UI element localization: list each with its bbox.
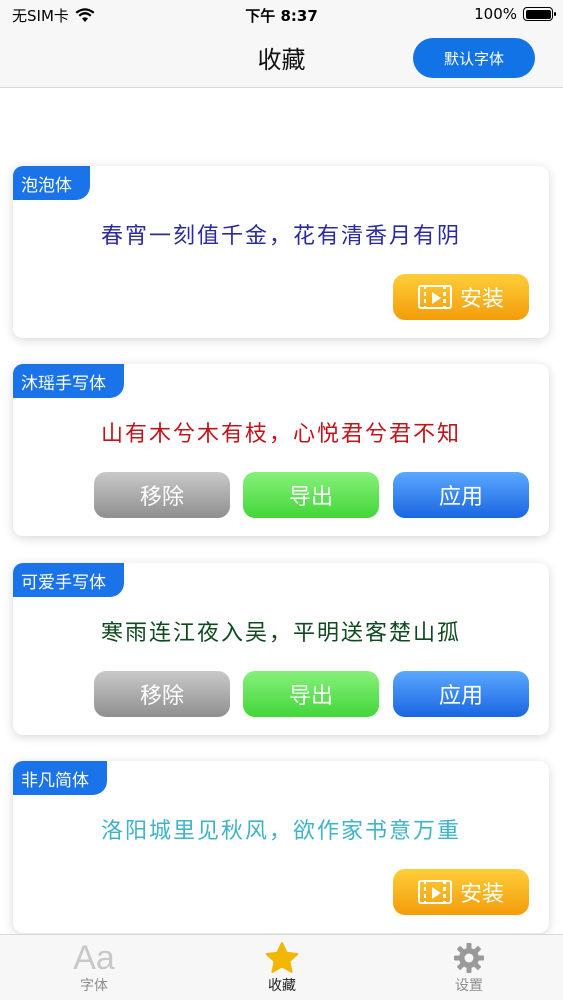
apply-button[interactable]: 应用 [393,671,529,717]
font-name-label: 可爱手写体 [13,563,124,597]
font-card: 可爱手写体 寒雨连江夜入吴，平明送客楚山孤 移除 导出 应用 [13,563,549,735]
status-bar: 无SIM卡 下午 8:37 100% [0,0,563,30]
export-button[interactable]: 导出 [243,671,379,717]
remove-button[interactable]: 移除 [94,671,230,717]
font-card: 非凡简体 洛阳城里见秋风，欲作家书意万重 安装 [13,761,549,933]
font-sample-text: 春宵一刻值千金，花有清香月有阴 [100,224,461,249]
nav-bar: 收藏 默认字体 [0,30,563,88]
tab-settings-label: 设置 [455,978,483,994]
star-icon [265,942,299,973]
font-card: 沐瑶手写体 山有木兮木有枝，心悦君兮君不知 移除 导出 应用 [13,364,549,536]
video-icon [417,285,452,309]
font-name-label: 沐瑶手写体 [13,364,124,398]
gear-icon [454,943,484,973]
export-button[interactable]: 导出 [243,472,379,518]
tab-fonts-label: 字体 [80,978,108,994]
tab-bar: Aa 字体 收藏 设置 [0,934,563,1000]
font-aa-icon: Aa [73,939,115,977]
install-button[interactable]: 安装 [393,274,529,320]
tab-fonts[interactable]: Aa 字体 [0,935,188,1000]
tab-settings[interactable]: 设置 [375,935,563,1000]
font-sample-text: 山有木兮木有枝，心悦君兮君不知 [100,422,461,447]
tab-favorites-label: 收藏 [268,978,296,994]
remove-button[interactable]: 移除 [94,472,230,518]
battery-percent: 100% [474,5,517,23]
font-sample-text: 洛阳城里见秋风，欲作家书意万重 [100,819,461,844]
install-button-label: 安装 [459,882,504,907]
apply-button[interactable]: 应用 [393,472,529,518]
font-card: 泡泡体 春宵一刻值千金，花有清香月有阴 安装 [13,166,549,338]
install-button-label: 安装 [459,287,504,312]
tab-favorites[interactable]: 收藏 [188,935,376,1000]
status-right: 100% [474,5,556,23]
battery-icon [523,7,556,21]
font-name-label: 非凡简体 [13,761,107,795]
default-font-button[interactable]: 默认字体 [413,38,535,78]
font-sample-text: 寒雨连江夜入吴，平明送客楚山孤 [100,621,461,646]
install-button[interactable]: 安装 [393,869,529,915]
favorites-list[interactable]: 泡泡体 春宵一刻值千金，花有清香月有阴 安装 沐瑶手写体 山有木兮木有枝，心悦君… [0,88,563,934]
video-icon [417,880,452,904]
font-name-label: 泡泡体 [13,166,90,200]
